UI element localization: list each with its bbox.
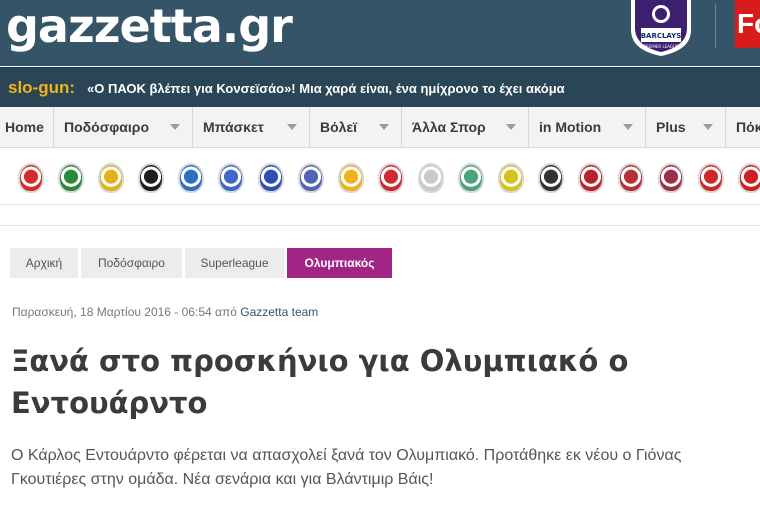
nav-item-in-motion[interactable]: in Motion	[529, 107, 646, 147]
breadcrumb-superleague[interactable]: Superleague	[185, 248, 284, 278]
real-madrid-crest-icon[interactable]	[618, 163, 644, 193]
article-lead: Ο Κάρλος Εντουάρντο φέρεται να απασχολεί…	[11, 447, 682, 488]
breadcrumb-home[interactable]: Αρχική	[10, 248, 78, 278]
nav-item-label: Βόλεϊ	[320, 119, 357, 135]
chevron-down-icon[interactable]	[703, 124, 713, 130]
nav-item-football[interactable]: Ποδόσφαιρο	[54, 107, 193, 147]
platanias-crest-icon[interactable]	[378, 163, 404, 193]
nav-item-home[interactable]: Home	[0, 107, 54, 147]
news-ticker: slo-gun: «Ο ΠΑΟΚ βλέπει για Κονσεϊσάο»! …	[0, 67, 760, 109]
nav-item-label: Άλλα Σπορ	[412, 119, 486, 135]
panathinaikos-crest-icon[interactable]	[58, 163, 84, 193]
nav-item-label: in Motion	[539, 119, 602, 135]
article-by: από	[215, 305, 237, 319]
article-title: Ξανά στο προσκήνιο για Ολυμπιακό ο Εντου…	[11, 344, 629, 420]
nav-item-label: Plus	[656, 119, 686, 135]
divider	[0, 225, 760, 226]
main-nav: Home Ποδόσφαιρο Μπάσκετ Βόλεϊ Άλλα Σπορ …	[0, 107, 760, 148]
barcelona-crest-icon[interactable]	[658, 163, 684, 193]
chevron-down-icon[interactable]	[623, 124, 633, 130]
breadcrumb-olympiacos[interactable]: Ολυμπιακός	[287, 248, 392, 278]
nav-item-volley[interactable]: Βόλεϊ	[310, 107, 402, 147]
asteras-crest-icon[interactable]	[218, 163, 244, 193]
team-crests-bar	[0, 148, 760, 205]
breadcrumb-football[interactable]: Ποδόσφαιρο	[81, 248, 182, 278]
chevron-down-icon[interactable]	[170, 124, 180, 130]
chevron-down-icon[interactable]	[287, 124, 297, 130]
nav-item-plus[interactable]: Plus	[646, 107, 726, 147]
nav-item-other-sports[interactable]: Άλλα Σπορ	[402, 107, 529, 147]
pl-badge-sub: PREMIER LEAGUE	[644, 44, 679, 49]
panionios-crest-icon[interactable]	[298, 163, 324, 193]
nav-item-basketball[interactable]: Μπάσκετ	[193, 107, 310, 147]
aris-crest-icon[interactable]	[338, 163, 364, 193]
nav-item-label: Ποδόσφαιρο	[64, 119, 150, 135]
nav-item-label: Home	[5, 119, 44, 135]
partner-logo[interactable]: Fo	[735, 0, 760, 48]
xanthi-crest-icon[interactable]	[418, 163, 444, 193]
ticker-headline-link[interactable]: «Ο ΠΑΟΚ βλέπει για Κονσεϊσάο»! Μια χαρά …	[87, 81, 565, 96]
article-author-link[interactable]: Gazzetta team	[240, 305, 318, 319]
chevron-down-icon[interactable]	[506, 124, 516, 130]
iraklis-crest-icon[interactable]	[578, 163, 604, 193]
premier-league-badge-icon[interactable]: BARCLAYS PREMIER LEAGUE	[625, 0, 697, 56]
veria-crest-icon[interactable]	[538, 163, 564, 193]
site-header: gazzetta.gr BARCLAYS PREMIER LEAGUE Fo	[0, 0, 760, 66]
man-utd-crest-icon[interactable]	[738, 163, 760, 193]
olympiacos-crest-icon[interactable]	[18, 163, 44, 193]
atletico-crest-icon[interactable]	[698, 163, 724, 193]
site-logo[interactable]: gazzetta.gr	[6, 0, 293, 54]
atromitos-crest-icon[interactable]	[258, 163, 284, 193]
nav-item-poker[interactable]: Πόκ	[726, 107, 760, 147]
aek-crest-icon[interactable]	[98, 163, 124, 193]
chevron-down-icon[interactable]	[379, 124, 389, 130]
article-meta: Παρασκευή, 18 Μαρτίου 2016 - 06:54 από G…	[12, 305, 318, 319]
pl-badge-text: BARCLAYS	[641, 32, 682, 40]
levadiakos-crest-icon[interactable]	[458, 163, 484, 193]
paok-crest-icon[interactable]	[138, 163, 164, 193]
header-divider	[715, 4, 716, 48]
nav-item-label: Πόκ	[736, 119, 760, 135]
ticker-label: slo-gun:	[8, 78, 76, 97]
article-date: Παρασκευή, 18 Μαρτίου 2016 - 06:54	[12, 305, 212, 319]
pas-giannina-crest-icon[interactable]	[178, 163, 204, 193]
nav-item-label: Μπάσκετ	[203, 119, 264, 135]
panetolikos-crest-icon[interactable]	[498, 163, 524, 193]
